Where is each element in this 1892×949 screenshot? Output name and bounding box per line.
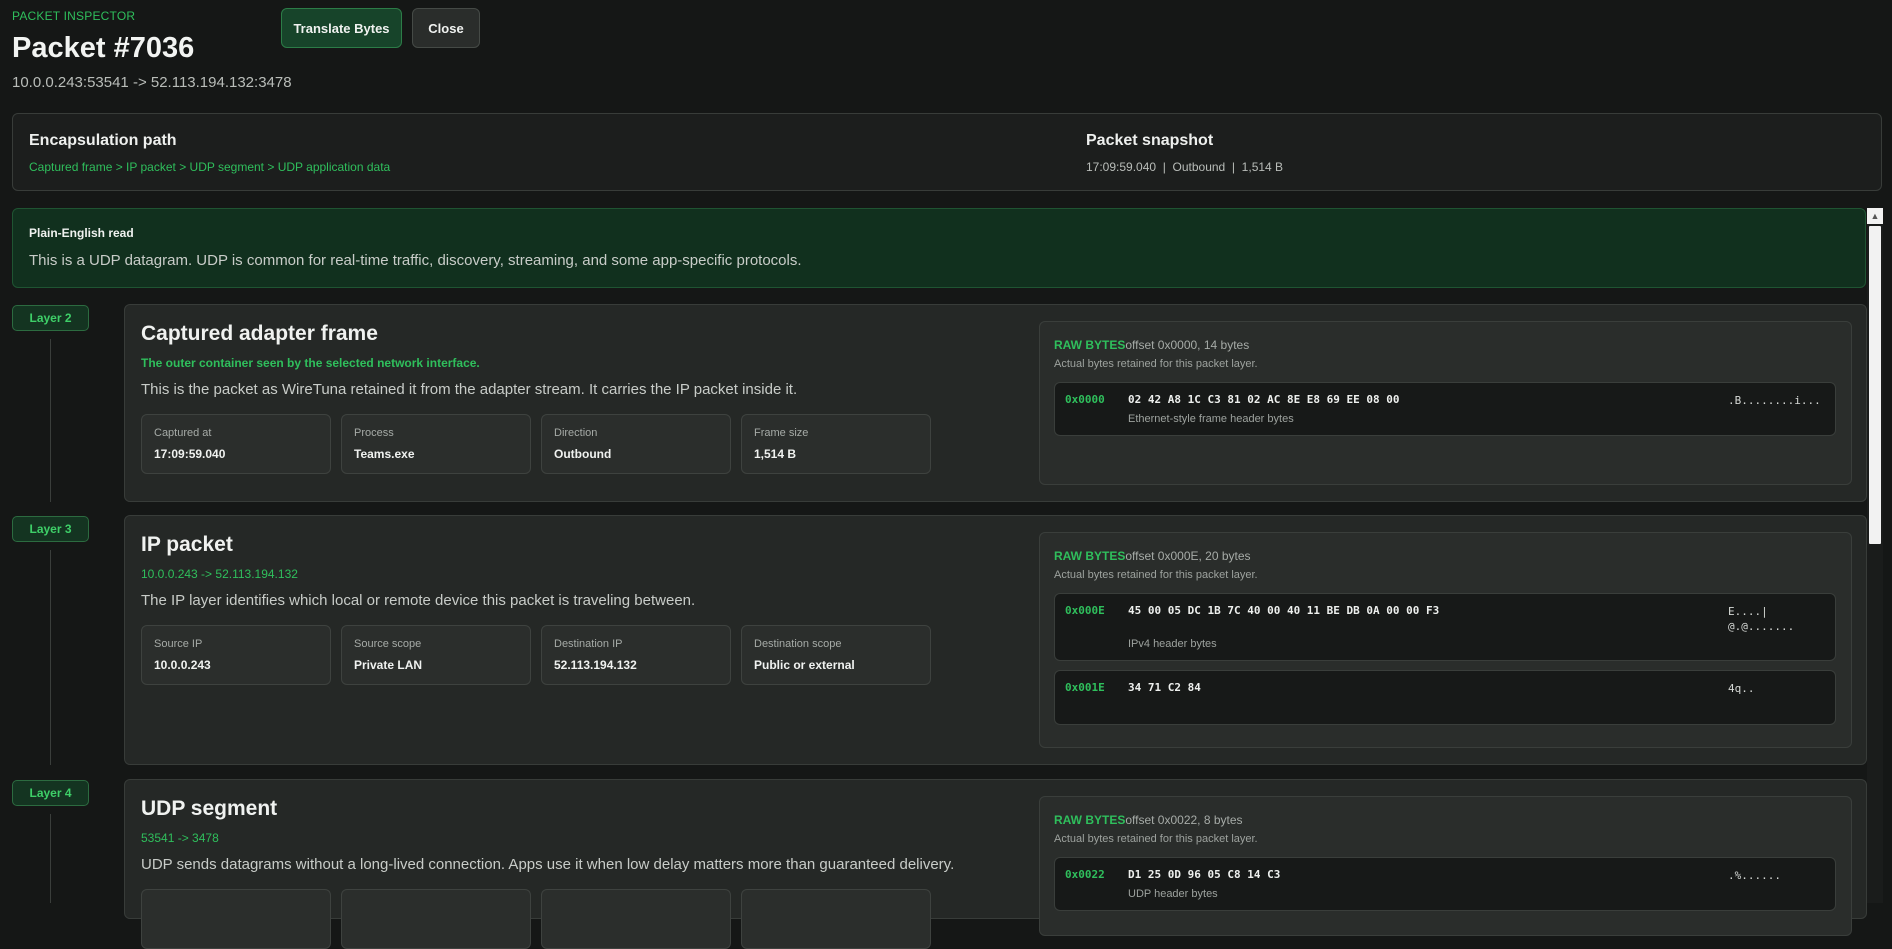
scroll-up-arrow-icon[interactable]: ▲ (1867, 208, 1883, 224)
layer-connector (50, 814, 51, 903)
field-value: 17:09:59.040 (154, 447, 226, 461)
plain-english-panel: Plain-English read This is a UDP datagra… (12, 208, 1866, 288)
layer-card-ip: IP packet 10.0.0.243 -> 52.113.194.132 T… (124, 515, 1867, 765)
field-source-scope: Source scope Private LAN (341, 625, 531, 685)
layer-title: Captured adapter frame (141, 322, 378, 345)
layer-pill: Layer 3 (12, 516, 89, 542)
raw-bytes-header: RAW BYTESoffset 0x0000, 14 bytes (1054, 338, 1249, 352)
field-value: 52.113.194.132 (554, 658, 637, 672)
snapshot-section: Packet snapshot 17:09:59.040 | Outbound … (1086, 132, 1283, 174)
plain-english-text: This is a UDP datagram. UDP is common fo… (29, 252, 802, 269)
field-value: 10.0.0.243 (154, 658, 211, 672)
raw-bytes-meta: offset 0x0022, 8 bytes (1125, 813, 1243, 827)
field-label: Source IP (154, 638, 203, 650)
field-label: Captured at (154, 427, 212, 439)
field-direction: Direction Outbound (541, 414, 731, 474)
connection-endpoints: 10.0.0.243:53541 -> 52.113.194.132:3478 (12, 74, 292, 91)
layer-fields: Captured at 17:09:59.040 Process Teams.e… (141, 414, 931, 474)
field-placeholder (541, 889, 731, 949)
layer-title: IP packet (141, 533, 233, 556)
field-value: Public or external (754, 658, 855, 672)
field-label: Direction (554, 427, 598, 439)
field-destination-scope: Destination scope Public or external (741, 625, 931, 685)
field-value: Private LAN (354, 658, 423, 672)
field-label: Frame size (754, 427, 809, 439)
layer-card-frame: Captured adapter frame The outer contain… (124, 304, 1867, 502)
field-label: Process (354, 427, 394, 439)
hex-description: IPv4 header bytes (1128, 638, 1217, 650)
hex-offset: 0x0000 (1065, 393, 1105, 406)
page-eyebrow: PACKET INSPECTOR (12, 9, 136, 23)
field-value: Outbound (554, 447, 612, 461)
raw-bytes-header: RAW BYTESoffset 0x000E, 20 bytes (1054, 549, 1251, 563)
plain-english-heading: Plain-English read (29, 226, 134, 240)
layer-subtitle: The outer container seen by the selected… (141, 356, 480, 370)
layer-title: UDP segment (141, 797, 278, 820)
field-label: Source scope (354, 638, 422, 650)
field-placeholder (141, 889, 331, 949)
field-captured-at: Captured at 17:09:59.040 (141, 414, 331, 474)
hex-description: UDP header bytes (1128, 888, 1218, 900)
field-value: 1,514 B (754, 447, 797, 461)
layer-description: This is the packet as WireTuna retained … (141, 381, 798, 398)
hex-ascii: E....| @.@....... (1728, 605, 1795, 633)
raw-bytes-header: RAW BYTESoffset 0x0022, 8 bytes (1054, 813, 1243, 827)
layer-subtitle: 10.0.0.243 -> 52.113.194.132 (141, 567, 298, 581)
raw-bytes-tag: RAW BYTES (1054, 549, 1126, 563)
raw-bytes-panel: RAW BYTESoffset 0x0022, 8 bytes Actual b… (1039, 796, 1852, 936)
hex-row: 0x001E 34 71 C2 84 4q.. (1054, 670, 1836, 725)
raw-bytes-panel: RAW BYTESoffset 0x000E, 20 bytes Actual … (1039, 532, 1852, 748)
hex-ascii: .%...... (1728, 869, 1781, 882)
field-source-ip: Source IP 10.0.0.243 (141, 625, 331, 685)
raw-bytes-meta: offset 0x0000, 14 bytes (1125, 338, 1250, 352)
layer-card-udp: UDP segment 53541 -> 3478 UDP sends data… (124, 779, 1867, 949)
hex-bytes: D1 25 0D 96 05 C8 14 C3 (1128, 868, 1281, 881)
layer-connector (50, 339, 51, 502)
hex-bytes: 02 42 A8 1C C3 81 02 AC 8E E8 69 EE 08 0… (1128, 393, 1400, 406)
hex-ascii: .B........i... (1728, 394, 1821, 407)
hex-ascii: 4q.. (1728, 682, 1755, 695)
field-label: Destination scope (754, 638, 842, 650)
translate-bytes-button[interactable]: Translate Bytes (281, 8, 402, 48)
hex-row: 0x000E 45 00 05 DC 1B 7C 40 00 40 11 BE … (1054, 593, 1836, 661)
encapsulation-heading: Encapsulation path (29, 132, 177, 149)
raw-bytes-meta: offset 0x000E, 20 bytes (1125, 549, 1251, 563)
layer-fields (141, 889, 931, 949)
field-value: Teams.exe (354, 447, 415, 461)
hex-offset: 0x0022 (1065, 868, 1105, 881)
layer-subtitle: 53541 -> 3478 (141, 831, 219, 845)
raw-bytes-tag: RAW BYTES (1054, 338, 1126, 352)
close-button[interactable]: Close (412, 8, 480, 48)
raw-bytes-panel: RAW BYTESoffset 0x0000, 14 bytes Actual … (1039, 321, 1852, 485)
raw-bytes-note: Actual bytes retained for this packet la… (1054, 833, 1258, 845)
raw-bytes-note: Actual bytes retained for this packet la… (1054, 358, 1258, 370)
raw-bytes-tag: RAW BYTES (1054, 813, 1126, 827)
hex-bytes: 45 00 05 DC 1B 7C 40 00 40 11 BE DB 0A 0… (1128, 604, 1440, 617)
field-process: Process Teams.exe (341, 414, 531, 474)
layer-pill: Layer 2 (12, 305, 89, 331)
field-placeholder (341, 889, 531, 949)
snapshot-heading: Packet snapshot (1086, 132, 1214, 149)
encapsulation-section: Encapsulation path Captured frame > IP p… (29, 132, 390, 174)
field-label: Destination IP (554, 638, 623, 650)
hex-description: Ethernet-style frame header bytes (1128, 413, 1294, 425)
hex-offset: 0x001E (1065, 681, 1105, 694)
layer-description: UDP sends datagrams without a long-lived… (141, 856, 955, 873)
summary-panel: Encapsulation path Captured frame > IP p… (12, 113, 1882, 191)
field-destination-ip: Destination IP 52.113.194.132 (541, 625, 731, 685)
scrollbar-thumb[interactable] (1869, 226, 1881, 544)
encapsulation-path: Captured frame > IP packet > UDP segment… (29, 160, 391, 174)
hex-offset: 0x000E (1065, 604, 1105, 617)
raw-bytes-note: Actual bytes retained for this packet la… (1054, 569, 1258, 581)
layer-fields: Source IP 10.0.0.243 Source scope Privat… (141, 625, 931, 685)
layer-description: The IP layer identifies which local or r… (141, 592, 696, 609)
snapshot-details: 17:09:59.040 | Outbound | 1,514 B (1086, 160, 1284, 174)
layer-connector (50, 550, 51, 765)
field-frame-size: Frame size 1,514 B (741, 414, 931, 474)
hex-row: 0x0000 02 42 A8 1C C3 81 02 AC 8E E8 69 … (1054, 382, 1836, 436)
field-placeholder (741, 889, 931, 949)
page-title: Packet #7036 (12, 32, 195, 64)
layer-pill: Layer 4 (12, 780, 89, 806)
hex-bytes: 34 71 C2 84 (1128, 681, 1201, 694)
